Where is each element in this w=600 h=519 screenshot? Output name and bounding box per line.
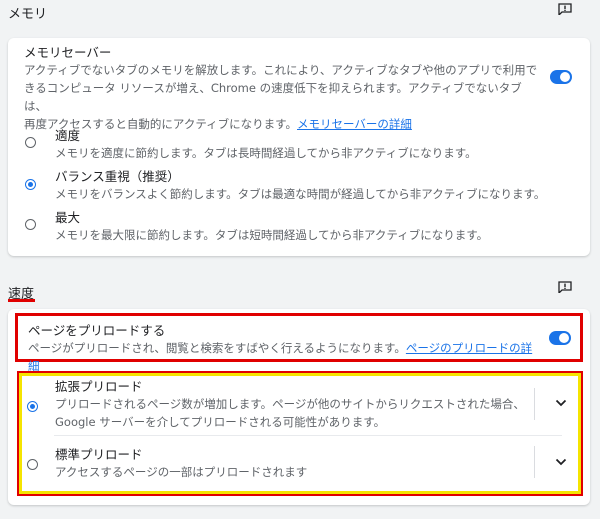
feedback-icon[interactable]	[558, 281, 572, 293]
radio-standard[interactable]	[27, 459, 38, 470]
memory-saver-desc-1: アクティブでないタブのメモリを解放します。これにより、アクティブなタブや他のアプ…	[24, 63, 538, 77]
option-label: 最大	[55, 210, 81, 225]
radio-balanced[interactable]	[25, 179, 36, 190]
option-desc-1: プリロードされるページ数が増加します。ページが他のサイトからリクエストされた場合…	[55, 397, 525, 411]
preload-title: ページをプリロードする	[28, 323, 166, 338]
divider	[534, 388, 535, 420]
option-label: 拡張プリロード	[55, 379, 143, 394]
option-desc: メモリを適度に節約します。タブは長時間経過してから非アクティブになります。	[55, 146, 477, 160]
preload-toggle[interactable]	[549, 331, 571, 345]
radio-moderate[interactable]	[25, 137, 36, 148]
toggle-knob	[559, 333, 569, 343]
chevron-down-icon[interactable]	[555, 458, 567, 466]
toggle-knob	[560, 72, 570, 82]
preload-options-highlight: 拡張プリロード プリロードされるページ数が増加します。ページが他のサイトからリク…	[19, 373, 581, 494]
radio-maximum[interactable]	[25, 219, 36, 230]
option-label: 標準プリロード	[55, 447, 143, 462]
memory-saver-toggle[interactable]	[550, 70, 572, 84]
radio-extended[interactable]	[27, 401, 38, 412]
feedback-icon[interactable]	[558, 3, 572, 15]
preload-options-outline: 拡張プリロード プリロードされるページ数が増加します。ページが他のサイトからリク…	[17, 371, 583, 496]
preload-row: ページをプリロードする ページがプリロードされ、閲覧と検索をすばやく行えるように…	[15, 313, 583, 373]
option-desc: メモリをバランスよく節約します。タブは最適な時間が経過してから非アクティブになり…	[55, 187, 546, 201]
speed-card: ページをプリロードする ページがプリロードされ、閲覧と検索をすばやく行えるように…	[8, 309, 590, 505]
memory-saver-title: メモリセーバー	[24, 45, 112, 60]
option-separator	[54, 435, 562, 436]
option-desc-2: Google サーバーを介してプリロードされる可能性があります。	[55, 415, 386, 429]
memory-card: メモリセーバー アクティブでないタブのメモリを解放します。これにより、アクティブ…	[8, 38, 590, 256]
option-label: 適度	[55, 128, 81, 143]
speed-title-underline	[8, 299, 35, 302]
option-desc-1: アクセスするページの一部はプリロードされます	[55, 465, 308, 479]
option-label: バランス重視（推奨）	[55, 169, 180, 184]
memory-section-title: メモリ	[8, 7, 48, 22]
memory-saver-desc-2: きるコンピュータ リソースが増え、Chrome の速度低下を抑えられます。アクテ…	[24, 81, 522, 113]
preload-desc: ページがプリロードされ、閲覧と検索をすばやく行えるようになります。	[28, 341, 406, 355]
chevron-down-icon[interactable]	[555, 399, 567, 407]
divider	[534, 446, 535, 478]
option-desc: メモリを最大限に節約します。タブは短時間経過してから非アクティブになります。	[55, 228, 489, 242]
